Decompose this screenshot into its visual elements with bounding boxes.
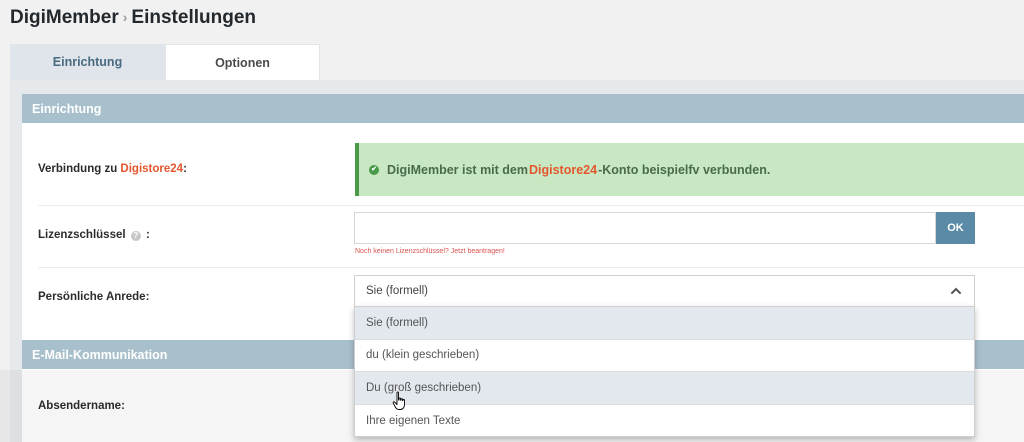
section-header-setup: Einrichtung: [22, 94, 1024, 123]
salutation-option[interactable]: du (klein geschrieben): [355, 340, 974, 372]
connection-label: Verbindung zu Digistore24:: [38, 163, 187, 175]
license-request-link[interactable]: Noch keinen Lizenzschlüssel? Jetzt beant…: [355, 248, 505, 255]
check-circle-icon: ✔: [369, 164, 379, 175]
sender-name-label: Absendername:: [38, 400, 125, 412]
salutation-option[interactable]: Sie (formell): [355, 307, 974, 340]
row-divider: [38, 205, 1024, 206]
tab-einrichtung[interactable]: Einrichtung: [10, 44, 165, 80]
hand-cursor-icon: [392, 391, 405, 410]
license-label: Lizenzschlüssel ? :: [38, 229, 150, 241]
connection-label-prefix: Verbindung zu: [38, 163, 121, 175]
salutation-option[interactable]: Ihre eigenen Texte: [355, 405, 974, 438]
page-title: DigiMember › Einstellungen: [10, 7, 256, 29]
connection-label-brand: Digistore24: [120, 163, 184, 175]
chevron-up-icon: [951, 287, 961, 294]
license-label-suffix: :: [145, 229, 150, 241]
connection-status-alert: ✔ DigiMember ist mit dem Digistore24 -Kon…: [355, 143, 1024, 196]
page-name: Einstellungen: [131, 7, 256, 28]
question-circle-icon[interactable]: ?: [130, 231, 141, 241]
salutation-label: Persönliche Anrede:: [38, 291, 150, 303]
alert-brand: Digistore24: [529, 162, 598, 177]
salutation-select[interactable]: Sie (formell): [354, 275, 975, 307]
license-key-input[interactable]: [354, 212, 936, 244]
license-label-text: Lizenzschlüssel: [38, 229, 126, 241]
breadcrumb-separator: ›: [122, 9, 128, 25]
settings-tabs: Einrichtung Optionen: [10, 44, 320, 80]
brand-name[interactable]: DigiMember: [10, 7, 119, 28]
connection-label-suffix: :: [183, 163, 187, 175]
row-divider: [38, 267, 1024, 268]
salutation-dropdown: Sie (formell) du (klein geschrieben) Du …: [354, 306, 975, 437]
salutation-selected-value: Sie (formell): [366, 285, 428, 297]
alert-prefix: DigiMember ist mit dem: [387, 162, 528, 177]
tab-optionen[interactable]: Optionen: [165, 44, 320, 80]
license-ok-button[interactable]: OK: [936, 212, 975, 244]
alert-suffix: -Konto beispielfv verbunden.: [598, 162, 771, 177]
salutation-option[interactable]: Du (groß geschrieben): [355, 372, 974, 405]
